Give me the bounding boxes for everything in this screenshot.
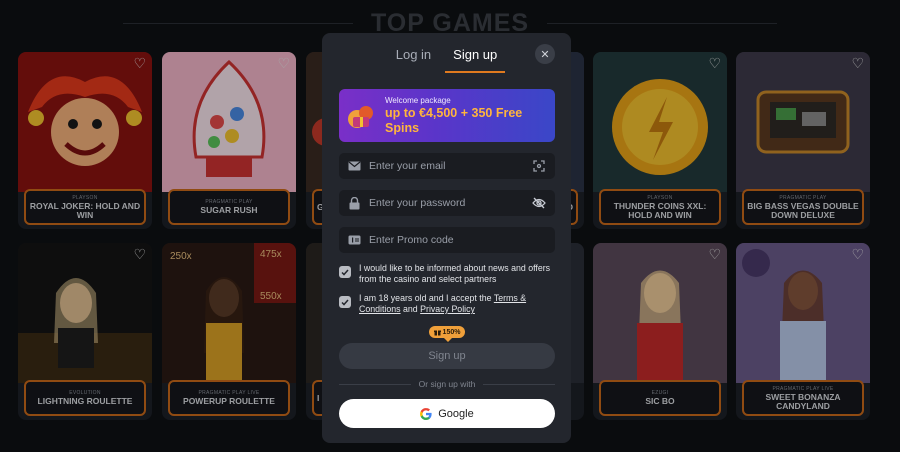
password-field[interactable] — [339, 190, 555, 216]
email-input[interactable] — [369, 160, 531, 172]
eye-off-icon[interactable] — [531, 195, 547, 211]
game-thumbnail — [18, 243, 152, 383]
checkmark-icon — [341, 299, 349, 306]
sign-up-button[interactable]: Sign up — [339, 343, 555, 369]
game-caption: PLAYSON ROYAL JOKER: HOLD AND WIN — [24, 189, 146, 225]
game-thumbnail — [736, 52, 870, 192]
auth-modal: Log in Sign up ✕ Welcome package up to €… — [322, 33, 571, 443]
game-name: LIGHTNING ROULETTE — [37, 396, 133, 406]
game-caption: EZUGI SIC BO — [599, 380, 721, 416]
password-input[interactable] — [369, 197, 531, 209]
age-consent-prefix: I am 18 years old and I accept the — [359, 293, 494, 303]
privacy-link[interactable]: Privacy Policy — [420, 304, 475, 314]
game-caption: PRAGMATIC PLAY BIG BASS VEGAS DOUBLE DOW… — [742, 189, 864, 225]
tab-sign-up[interactable]: Sign up — [445, 47, 506, 73]
email-field[interactable] — [339, 153, 555, 179]
divider — [122, 22, 353, 24]
game-name: BIG BASS VEGAS DOUBLE DOWN DELUXE — [747, 200, 859, 220]
boost-badge: 150% — [429, 326, 465, 342]
game-card-sweet-bonanza-candyland[interactable]: ♡ PRAGMATIC PLAY LIVE SWEET BONANZA CAND… — [736, 243, 870, 420]
game-thumbnail — [593, 243, 727, 383]
google-sign-up-button[interactable]: Google — [339, 399, 555, 428]
divider — [547, 22, 778, 24]
game-name: SWEET BONANZA CANDYLAND — [765, 391, 841, 411]
game-name: ROYAL JOKER: HOLD AND WIN — [29, 200, 141, 220]
game-caption: PLAYSON THUNDER COINS XXL: HOLD AND WIN — [599, 189, 721, 225]
google-label: Google — [438, 407, 474, 420]
age-consent-checkbox[interactable]: I am 18 years old and I accept the Terms… — [339, 293, 555, 315]
news-consent-text: I would like to be informed about news a… — [359, 263, 551, 284]
promo-code-input[interactable] — [369, 234, 555, 246]
svg-text:250x: 250x — [170, 251, 192, 262]
game-name: POWERUP ROULETTE — [183, 396, 275, 406]
checkmark-icon — [341, 269, 349, 276]
game-card-royal-joker[interactable]: ♡ PLAYSON ROYAL JOKER: HOLD AND WIN — [18, 52, 152, 229]
game-card-sic-bo[interactable]: ♡ EZUGI SIC BO — [593, 243, 727, 420]
game-caption: PRAGMATIC PLAY LIVE SWEET BONANZA CANDYL… — [742, 380, 864, 416]
boost-value: 150% — [442, 328, 461, 336]
divider — [339, 383, 411, 385]
checkbox[interactable] — [339, 266, 351, 278]
heart-icon[interactable]: ♡ — [708, 247, 721, 261]
mail-icon — [347, 159, 361, 173]
lock-icon — [347, 196, 361, 210]
age-consent-text: I am 18 years old and I accept the Terms… — [359, 293, 555, 315]
promo-code-field[interactable] — [339, 227, 555, 253]
google-icon — [420, 407, 432, 420]
game-thumbnail — [18, 52, 152, 192]
game-thumbnail — [162, 52, 296, 192]
game-name: THUNDER COINS XXL: HOLD AND WIN — [613, 200, 707, 220]
game-card-thunder-coins[interactable]: ♡ PLAYSON THUNDER COINS XXL: HOLD AND WI… — [593, 52, 727, 229]
promo-headline: up to €4,500 + 350 Free Spins — [385, 106, 523, 135]
ticket-icon — [347, 233, 361, 247]
checkbox[interactable] — [339, 296, 351, 308]
heart-icon[interactable]: ♡ — [708, 56, 721, 70]
game-card-lightning-roulette[interactable]: ♡ EVOLUTION LIGHTNING ROULETTE — [18, 243, 152, 420]
age-consent-and: and — [400, 304, 421, 314]
game-name: SUGAR RUSH — [200, 205, 258, 215]
svg-text:475x: 475x — [260, 249, 282, 260]
heart-icon[interactable]: ♡ — [133, 56, 146, 70]
close-icon[interactable]: ✕ — [535, 44, 555, 64]
auth-tabs: Log in Sign up — [322, 47, 571, 73]
heart-icon[interactable]: ♡ — [277, 56, 290, 70]
game-caption: EVOLUTION LIGHTNING ROULETTE — [24, 380, 146, 416]
game-card-sugar-rush[interactable]: ♡ PRAGMATIC PLAY SUGAR RUSH — [162, 52, 296, 229]
or-divider: Or sign up with — [339, 379, 556, 389]
game-thumbnail — [736, 243, 870, 383]
welcome-promo-banner[interactable]: Welcome package up to €4,500 + 350 Free … — [339, 89, 555, 142]
heart-icon[interactable]: ♡ — [133, 247, 146, 261]
scan-icon[interactable] — [531, 158, 547, 174]
svg-text:550x: 550x — [260, 291, 282, 302]
tab-log-in[interactable]: Log in — [394, 47, 433, 73]
heart-icon[interactable]: ♡ — [851, 56, 864, 70]
game-name: SIC BO — [645, 396, 675, 406]
game-thumbnail — [593, 52, 727, 192]
or-text: Or sign up with — [418, 379, 476, 389]
game-caption: PRAGMATIC PLAY SUGAR RUSH — [168, 189, 290, 225]
promo-label: Welcome package — [385, 96, 451, 105]
game-card-big-bass[interactable]: ♡ PRAGMATIC PLAY BIG BASS VEGAS DOUBLE D… — [736, 52, 870, 229]
news-consent-checkbox[interactable]: I would like to be informed about news a… — [339, 263, 555, 285]
divider — [483, 383, 556, 385]
heart-icon[interactable]: ♡ — [851, 247, 864, 261]
game-thumbnail: 250x 475x 550x — [162, 243, 296, 383]
gift-icon — [348, 106, 373, 128]
gift-icon — [433, 330, 441, 335]
game-caption: PRAGMATIC PLAY LIVE POWERUP ROULETTE — [168, 380, 290, 416]
game-card-powerup-roulette[interactable]: 250x 475x 550x PRAGMATIC PLAY LIVE POWER… — [162, 243, 296, 420]
